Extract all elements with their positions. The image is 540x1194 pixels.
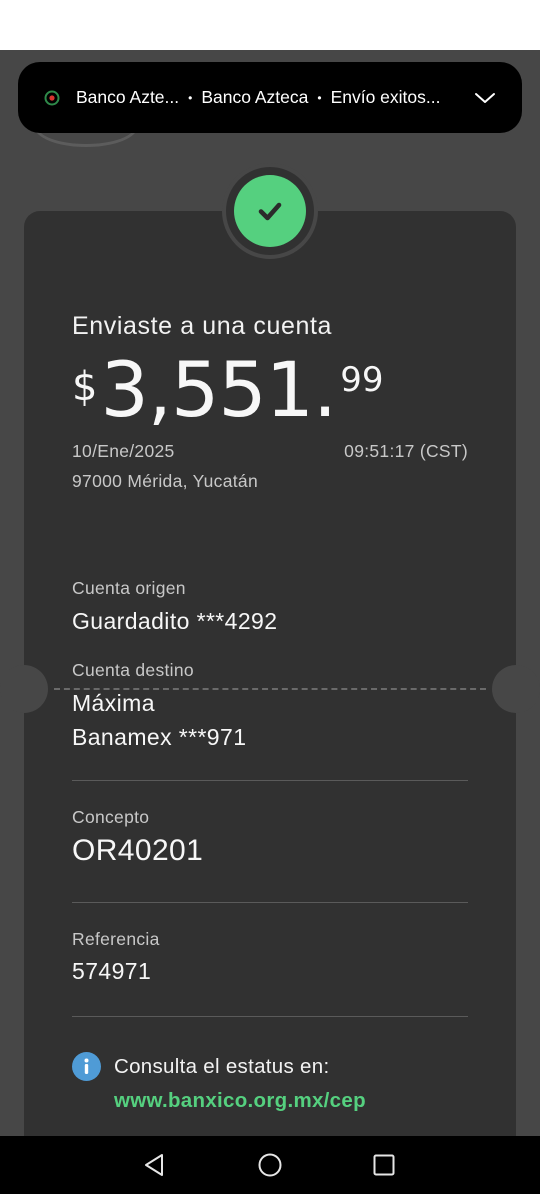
home-icon[interactable] [256, 1151, 284, 1179]
banco-azteca-app-icon [44, 90, 60, 106]
origin-section: Cuenta origen Guardadito ***4292 [72, 578, 468, 638]
amount-cents: 99 [340, 360, 384, 400]
notification-separator: • [188, 90, 193, 105]
concept-value: OR40201 [72, 834, 204, 867]
system-navigation-bar [0, 1136, 540, 1194]
status-bar-area [0, 0, 540, 50]
check-icon [234, 175, 306, 247]
transfer-location: 97000 Mérida, Yucatán [72, 471, 258, 491]
back-icon[interactable] [141, 1151, 169, 1179]
origin-label: Cuenta origen [72, 578, 186, 598]
chevron-down-icon[interactable] [474, 91, 496, 105]
status-info-text: Consulta el estatus en: [114, 1055, 330, 1078]
success-badge [222, 163, 318, 259]
origin-value: Guardadito ***4292 [72, 608, 278, 634]
notification-title: Envío exitos... [330, 87, 441, 107]
recents-icon[interactable] [370, 1151, 398, 1179]
transfer-time: 09:51:17 (CST) [344, 441, 468, 461]
info-icon [72, 1052, 101, 1081]
notification-sender: Banco Azteca [201, 87, 309, 107]
transfer-amount: $ 3,551. 99 [72, 348, 468, 432]
divider [72, 1016, 468, 1017]
destination-name: Máxima [72, 690, 155, 716]
amount-integer: 3,551. [100, 345, 337, 434]
notification-banner[interactable]: Banco Azte... • Banco Azteca • Envío exi… [18, 62, 522, 133]
notification-app-name: Banco Azte... [76, 87, 180, 107]
divider [72, 902, 468, 903]
status-info: Consulta el estatus en: www.banxico.org.… [72, 1050, 468, 1118]
receipt-card: Enviaste a una cuenta $ 3,551. 99 10/Ene… [0, 211, 540, 1136]
concept-label: Concepto [72, 807, 150, 827]
amount-currency: $ [72, 364, 98, 410]
notification-separator: • [317, 90, 322, 105]
ticket-notch-left [0, 665, 48, 713]
concept-section: Concepto OR40201 [72, 807, 468, 868]
banxico-cep-link[interactable]: www.banxico.org.mx/cep [114, 1084, 366, 1118]
divider [72, 780, 468, 781]
app-screen: Enviaste a una cuenta $ 3,551. 99 10/Ene… [0, 50, 540, 1136]
reference-value: 574971 [72, 958, 152, 984]
destination-account: Banamex ***971 [72, 724, 247, 750]
destination-label: Cuenta destino [72, 660, 194, 680]
receipt-headline: Enviaste a una cuenta [72, 312, 332, 340]
reference-label: Referencia [72, 929, 160, 949]
destination-section: Cuenta destino Máxima Banamex ***971 [72, 660, 468, 754]
reference-section: Referencia 574971 [72, 929, 468, 988]
ticket-notch-right [492, 665, 540, 713]
